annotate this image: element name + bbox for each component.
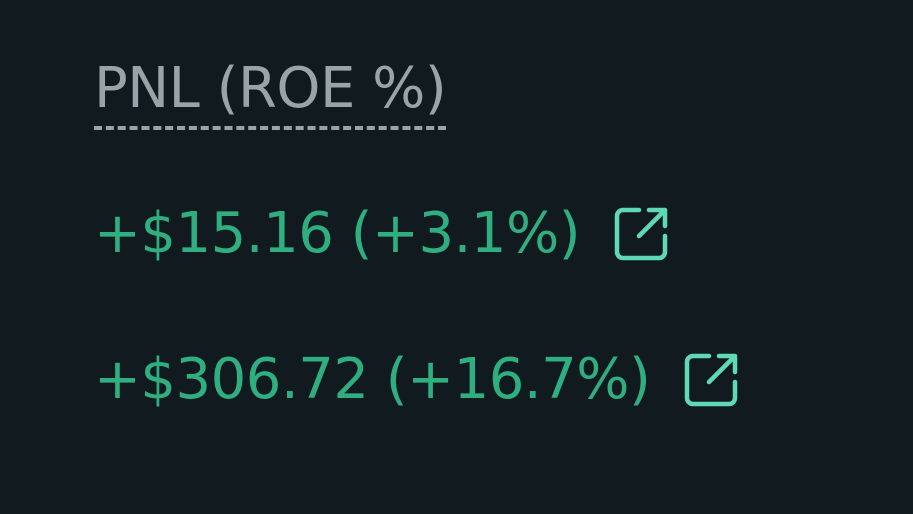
- pnl-value: +$15.16 (+3.1%): [94, 201, 581, 266]
- pnl-panel: PNL (ROE %) +$15.16 (+3.1%) +$306.72 (+1…: [0, 0, 913, 514]
- share-pnl-button[interactable]: [676, 345, 746, 415]
- pnl-row: +$306.72 (+16.7%): [94, 342, 746, 418]
- external-link-icon: [685, 353, 738, 407]
- pnl-row: +$15.16 (+3.1%): [94, 196, 676, 272]
- pnl-roe-column-header[interactable]: PNL (ROE %): [94, 56, 447, 130]
- share-pnl-button[interactable]: [606, 199, 676, 269]
- pnl-value: +$306.72 (+16.7%): [94, 347, 651, 412]
- external-link-icon: [614, 207, 668, 261]
